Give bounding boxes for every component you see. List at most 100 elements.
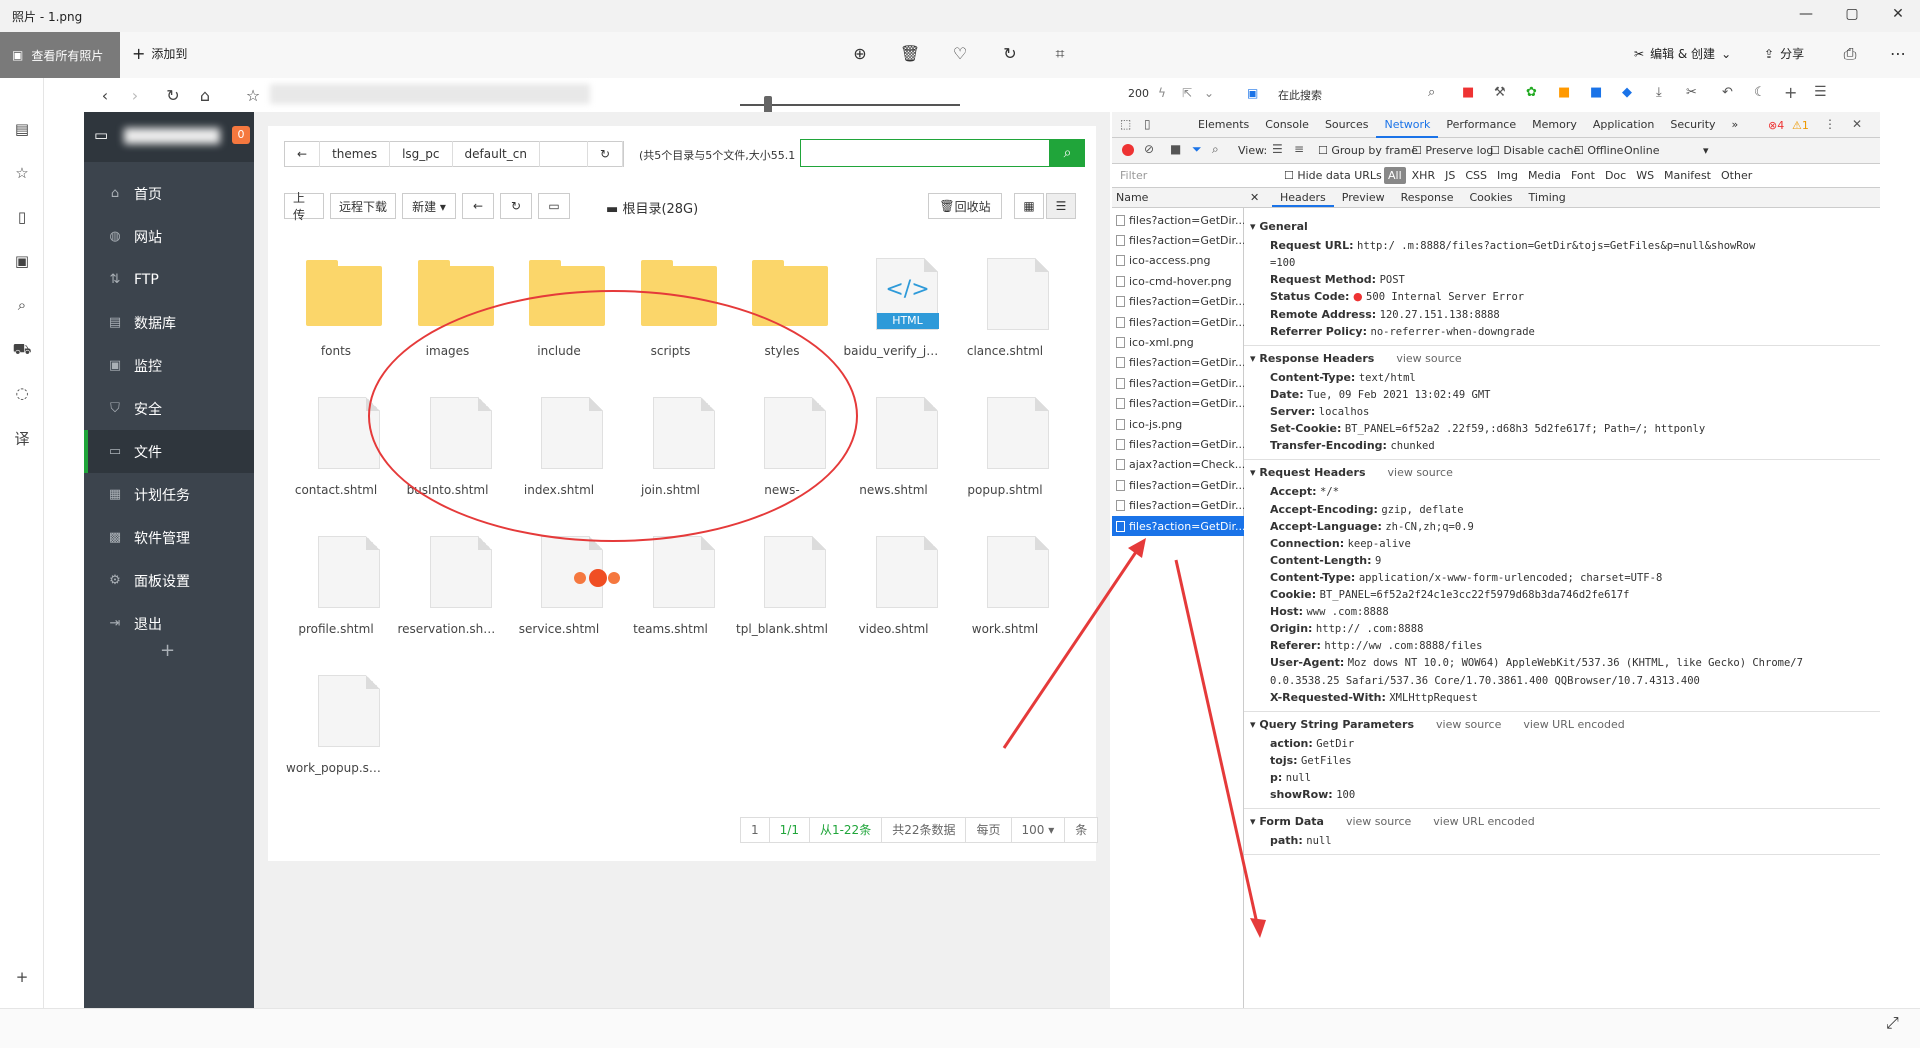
disable-cache-checkbox[interactable]: ☐ Disable cache <box>1490 144 1580 157</box>
view-url-encoded-link[interactable]: view URL encoded <box>1523 718 1624 731</box>
file-search-button[interactable]: ⌕ <box>1050 139 1085 167</box>
request-row[interactable]: ajax?action=Check... <box>1112 455 1244 475</box>
extension-blue-icon[interactable]: ■ <box>1590 85 1602 100</box>
sidebar-item-0[interactable]: ⌂ 首页 <box>84 172 254 215</box>
breadcrumb-lsg-pc[interactable]: lsg_pc <box>390 141 453 167</box>
devtools-close-icon[interactable]: ✕ <box>1852 117 1862 131</box>
file-item[interactable]: tpl_blank.shtml <box>732 532 832 652</box>
star-icon[interactable]: ☆ <box>12 164 32 184</box>
file-item[interactable]: clance.shtml <box>955 254 1055 374</box>
request-row[interactable]: files?action=GetDir... <box>1112 210 1244 230</box>
maximize-button[interactable]: ▢ <box>1842 6 1862 22</box>
home-icon[interactable]: ⌂ <box>194 86 216 106</box>
sidebar-item-6[interactable]: ▭ 文件 <box>84 430 254 473</box>
view-source-link[interactable]: view source <box>1388 466 1453 479</box>
file-item[interactable]: service.shtml <box>509 532 609 652</box>
search-icon[interactable]: ⌕ <box>1428 85 1435 100</box>
upload-button[interactable]: 上传 <box>284 191 324 222</box>
section-general[interactable]: ▾ General <box>1250 220 1308 233</box>
path-back-icon[interactable]: ← <box>285 141 321 167</box>
print-icon[interactable]: ⎙ <box>1838 44 1862 66</box>
group-by-frame-checkbox[interactable]: ☐ Group by frame <box>1318 144 1418 157</box>
tab-application[interactable]: Application <box>1585 112 1662 138</box>
file-item[interactable]: work.shtml <box>955 532 1055 652</box>
file-search-input[interactable] <box>800 139 1050 167</box>
preserve-log-checkbox[interactable]: ☐ Preserve log <box>1412 144 1493 157</box>
view-source-link[interactable]: view source <box>1346 815 1411 828</box>
scissors-icon[interactable]: ✂ <box>1686 85 1697 100</box>
sidebar-item-1[interactable]: ◍ 网站 <box>84 215 254 258</box>
tab-security[interactable]: Security <box>1662 112 1723 138</box>
file-item[interactable]: popup.shtml <box>955 393 1055 513</box>
type-filter-xhr[interactable]: XHR <box>1408 167 1439 184</box>
sidebar-item-2[interactable]: ⇅ FTP <box>84 258 254 301</box>
devtools-menu-icon[interactable]: ⋮ <box>1824 117 1836 131</box>
file-item[interactable]: profile.shtml <box>286 532 386 652</box>
add-menu-button[interactable]: + <box>160 640 175 661</box>
notification-badge[interactable]: 0 <box>232 126 250 144</box>
detail-tab-timing[interactable]: Timing <box>1521 188 1574 207</box>
tab-network[interactable]: Network <box>1376 112 1439 138</box>
view-source-link[interactable]: view source <box>1396 352 1461 365</box>
request-row[interactable]: ico-access.png <box>1112 251 1244 271</box>
undo-icon[interactable]: ↶ <box>1722 85 1733 100</box>
filter-icon[interactable]: ⏷ <box>1192 142 1202 157</box>
search-icon[interactable]: ⌕ <box>1212 142 1219 157</box>
request-row[interactable]: files?action=GetDir... <box>1112 353 1244 373</box>
detail-tab-headers[interactable]: Headers <box>1272 188 1334 207</box>
night-mode-icon[interactable]: ☾ <box>1754 85 1766 100</box>
expand-icon[interactable]: ⤢ <box>1886 1013 1899 1033</box>
type-filter-ws[interactable]: WS <box>1632 167 1658 184</box>
book-icon[interactable]: ▯ <box>12 208 32 228</box>
reading-icon[interactable]: ▤ <box>12 120 32 140</box>
section-query[interactable]: ▾ Query String Parameters view source view… <box>1250 718 1625 731</box>
sidebar-item-9[interactable]: ⚙ 面板设置 <box>84 559 254 602</box>
warning-count[interactable]: ⚠1 <box>1792 119 1809 132</box>
disk-root[interactable]: ▬ 根目录(28G) <box>606 198 698 217</box>
share-button[interactable]: ⇪ 分享 <box>1764 45 1804 62</box>
request-row[interactable]: ico-cmd-hover.png <box>1112 271 1244 291</box>
minimize-button[interactable]: — <box>1796 6 1816 22</box>
tab-console[interactable]: Console <box>1257 112 1317 138</box>
list-view-icon[interactable]: ☰ <box>1272 142 1283 156</box>
device-toolbar-icon[interactable]: ▯ <box>1144 117 1151 131</box>
request-row[interactable]: files?action=GetDir... <box>1112 394 1244 414</box>
breadcrumb-default-cn[interactable]: default_cn <box>453 141 540 167</box>
hide-data-urls-checkbox[interactable]: ☐ Hide data URLs <box>1284 169 1382 182</box>
path-refresh-icon[interactable]: ↻ <box>586 141 623 167</box>
tab-sources[interactable]: Sources <box>1317 112 1377 138</box>
sidebar-item-3[interactable]: ▤ 数据库 <box>84 301 254 344</box>
close-button[interactable]: ✕ <box>1888 6 1908 22</box>
detail-tab-response[interactable]: Response <box>1393 188 1462 207</box>
type-filter-other[interactable]: Other <box>1717 167 1756 184</box>
sidebar-item-8[interactable]: ▩ 软件管理 <box>84 516 254 559</box>
file-item[interactable]: video.shtml <box>844 532 944 652</box>
tab-memory[interactable]: Memory <box>1524 112 1585 138</box>
type-filter-js[interactable]: JS <box>1441 167 1459 184</box>
grid-view-button[interactable]: ▦ <box>1014 193 1044 219</box>
bookmark-star-icon[interactable]: ☆ <box>242 86 264 106</box>
throttle-select[interactable]: Online ▾ <box>1624 144 1709 157</box>
extension-green-icon[interactable]: ✿ <box>1526 85 1537 100</box>
view-source-link[interactable]: view source <box>1436 718 1501 731</box>
back-icon[interactable]: ‹ <box>94 86 116 106</box>
search-icon[interactable]: ⌕ <box>12 296 32 316</box>
waterfall-icon[interactable]: ≡ <box>1294 142 1304 156</box>
file-item[interactable]: </> HTML baidu_verify_j3... <box>844 254 944 374</box>
browser-search-input[interactable]: 在此搜索 <box>1278 87 1322 103</box>
sidebar-item-7[interactable]: ▦ 计划任务 <box>84 473 254 516</box>
chat-icon[interactable]: ◌ <box>12 384 32 404</box>
cart-icon[interactable]: ⛟ <box>12 340 32 360</box>
chevron-down-icon[interactable]: ⌄ <box>1204 86 1214 100</box>
file-item[interactable]: news.shtml <box>844 393 944 513</box>
recycle-bin-button[interactable]: 🗑 回收站 <box>928 193 1002 219</box>
error-count[interactable]: ⊗4 <box>1768 119 1784 132</box>
request-row[interactable]: files?action=GetDir... <box>1112 312 1244 332</box>
request-row[interactable]: files?action=GetDir... <box>1112 434 1244 454</box>
add-icon[interactable]: + <box>12 968 32 988</box>
more-icon[interactable]: ⋯ <box>1886 44 1910 66</box>
flash-icon[interactable]: ϟ <box>1158 86 1166 100</box>
heart-icon[interactable]: ♡ <box>948 44 972 66</box>
tab-performance[interactable]: Performance <box>1438 112 1524 138</box>
file-item[interactable]: fonts <box>286 254 386 374</box>
